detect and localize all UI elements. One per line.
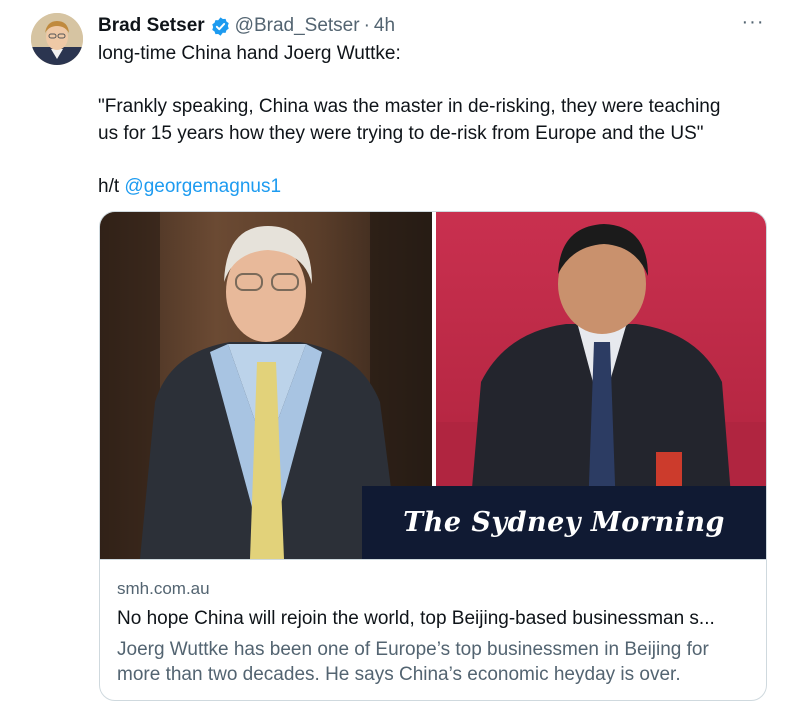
hat-tip-label: h/t <box>98 176 120 197</box>
tweet-text-line: long-time China hand Joerg Wuttke: <box>98 43 401 64</box>
card-domain: smh.com.au <box>117 579 210 598</box>
verified-badge-icon <box>211 16 229 36</box>
card-description-line: Joerg Wuttke has been one of Europe’s to… <box>117 639 709 660</box>
masthead-logo: The Sydney Morning Herald <box>362 486 766 611</box>
card-image[interactable]: The Sydney Morning Herald <box>100 212 766 611</box>
card-title[interactable]: No hope China will rejoin the world, top… <box>117 607 757 631</box>
card-description-line: more than two decades. He says China’s e… <box>117 664 681 685</box>
timestamp[interactable]: 4h <box>374 14 395 38</box>
separator-dot: · <box>363 15 370 36</box>
tweet-header: Brad Setser @Brad_Setser · 4h <box>98 14 395 38</box>
more-options-icon[interactable]: ··· <box>740 12 766 36</box>
card-description: Joerg Wuttke has been one of Europe’s to… <box>117 637 757 687</box>
avatar[interactable] <box>31 13 83 65</box>
author-handle[interactable]: @Brad_Setser <box>235 14 360 38</box>
link-card[interactable]: The Sydney Morning Herald smh.com.au No … <box>99 211 767 701</box>
hat-tip-line: h/t @georgemagnus1 <box>98 175 281 199</box>
avatar-portrait <box>31 13 83 65</box>
mention-link[interactable]: @georgemagnus1 <box>124 176 281 197</box>
author-name[interactable]: Brad Setser <box>98 14 205 38</box>
tweet-quote-line: "Frankly speaking, China was the master … <box>98 96 721 117</box>
tweet: Brad Setser @Brad_Setser · 4h ··· long-t… <box>0 0 800 709</box>
card-details: smh.com.au No hope China will rejoin the… <box>100 559 766 700</box>
tweet-quote-line: us for 15 years how they were trying to … <box>98 123 704 144</box>
